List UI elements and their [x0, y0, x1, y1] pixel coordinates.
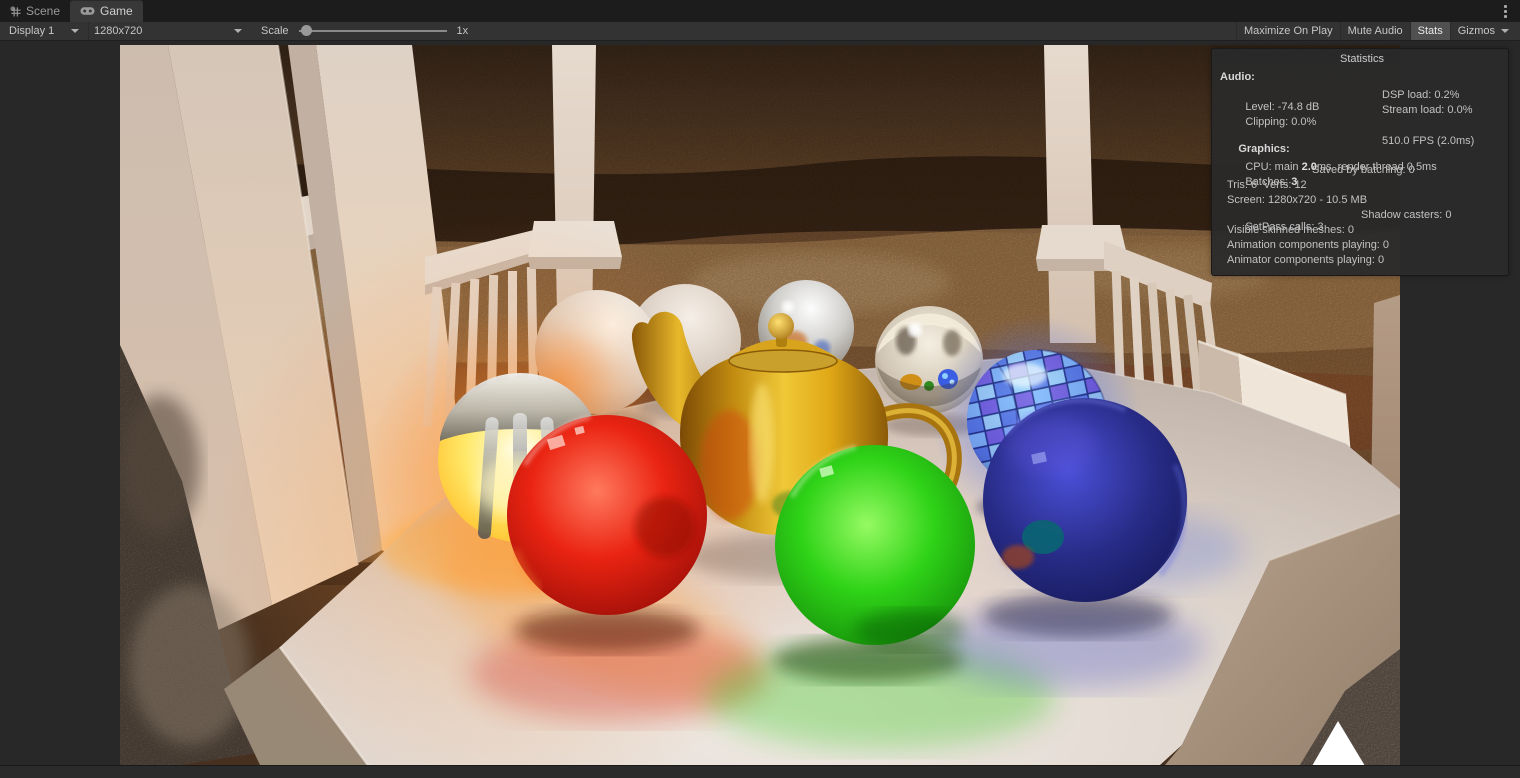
scale-slider-track[interactable]: [298, 30, 447, 32]
audio-level-row: Level: -74.8 dB DSP load: 0.2%: [1245, 89, 1460, 113]
chevron-down-icon: [234, 29, 242, 33]
audio-clipping-row: Clipping: 0.0% Stream load: 0.0%: [1245, 104, 1473, 128]
game-view-toolbar: Display 1 1280x720 Scale 1x Maximize On …: [0, 22, 1520, 41]
scene-grid-icon: [10, 5, 21, 17]
unity-game-window: Scene Game Display 1 1280x720 Scale 1x M…: [0, 0, 1520, 778]
tab-game-label: Game: [100, 4, 133, 18]
scale-value: 1x: [456, 25, 469, 37]
statistics-panel: Statistics Audio: Level: -74.8 dB DSP lo…: [1211, 48, 1509, 276]
resolution-dropdown[interactable]: 1280x720: [88, 22, 247, 40]
setpass-row: SetPass calls: 3 Shadow casters: 0: [1245, 209, 1452, 233]
scale-slider[interactable]: [298, 22, 447, 40]
tab-game[interactable]: Game: [70, 0, 143, 22]
scene-svg: [120, 45, 1400, 765]
statistics-title: Statistics: [1339, 53, 1384, 65]
game-render-viewport[interactable]: [120, 45, 1400, 765]
stats-button[interactable]: Stats: [1409, 22, 1450, 40]
toolbar-right-buttons: Maximize On Play Mute Audio Stats Gizmos: [1235, 22, 1516, 40]
tab-scene[interactable]: Scene: [0, 0, 70, 22]
cpu-row: CPU: main 2.0ms render thread 0.5ms: [1245, 161, 1437, 173]
graphics-heading-row: Graphics: 510.0 FPS (2.0ms): [1238, 135, 1475, 155]
batches-row: Batches: 3 Saved by batching: 0: [1245, 164, 1415, 188]
scale-label: Scale: [261, 25, 289, 37]
window-bottom-strip: [0, 765, 1520, 778]
animator-row: Animator components playing: 0: [1227, 254, 1385, 266]
chevron-down-icon: [1501, 29, 1509, 33]
tab-scene-label: Scene: [26, 4, 61, 18]
scale-slider-thumb[interactable]: [300, 25, 312, 36]
fps-value: 510.0 FPS (2.0ms): [1382, 135, 1475, 147]
tris-verts-row: Tris: 6 Verts: 12: [1227, 179, 1307, 191]
gizmos-button[interactable]: Gizmos: [1449, 22, 1516, 40]
display-dropdown[interactable]: Display 1: [4, 22, 84, 40]
maximize-on-play-button[interactable]: Maximize On Play: [1235, 22, 1340, 40]
mute-audio-button[interactable]: Mute Audio: [1339, 22, 1410, 40]
window-menu-kebab-icon[interactable]: [1498, 3, 1512, 19]
visible-skinned-row: Visible skinned meshes: 0: [1227, 224, 1354, 236]
animation-row: Animation components playing: 0: [1227, 239, 1390, 251]
tab-bar: Scene Game: [0, 0, 1520, 22]
screen-row: Screen: 1280x720 - 10.5 MB: [1227, 194, 1368, 206]
gamepad-icon: [80, 6, 95, 16]
red-glossy-sphere: [507, 415, 707, 652]
audio-heading: Audio:: [1220, 71, 1255, 83]
chevron-down-icon: [71, 29, 79, 33]
